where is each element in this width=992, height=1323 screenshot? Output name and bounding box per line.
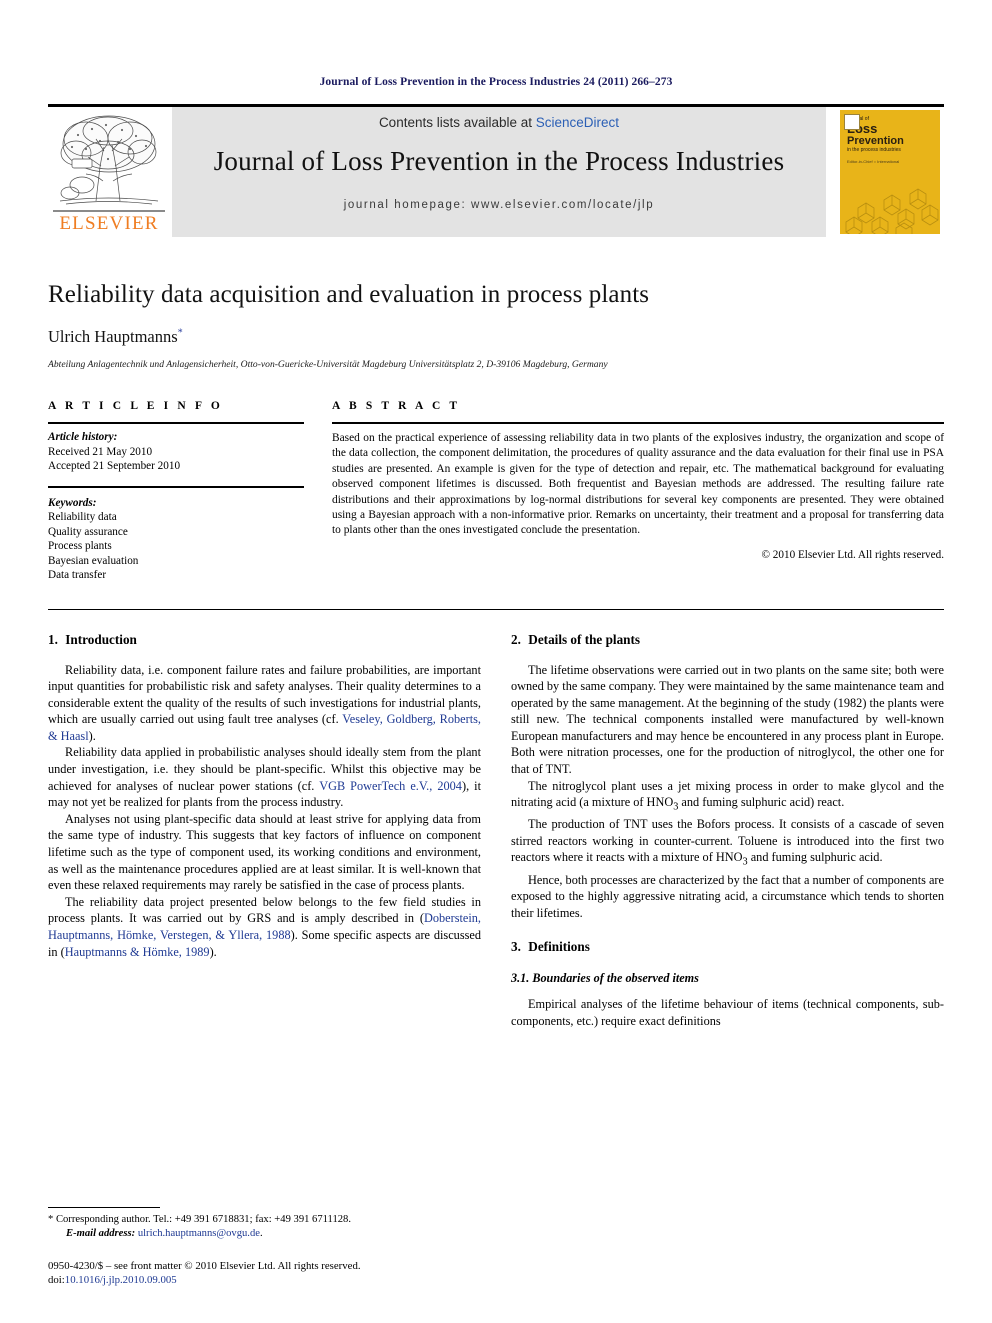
email-note: E-mail address: ulrich.hauptmanns@ovgu.d… <box>48 1227 481 1241</box>
masthead-center: Contents lists available at ScienceDirec… <box>172 107 826 237</box>
heading-definitions-title: Definitions <box>528 939 590 955</box>
cover-line-3: Prevention <box>847 135 904 147</box>
article-history-block: Article history: Received 21 May 2010 Ac… <box>48 424 304 474</box>
email-label: E-mail address: <box>66 1228 136 1239</box>
contents-available-line: Contents lists available at ScienceDirec… <box>379 115 619 130</box>
heading-introduction-title: Introduction <box>65 631 137 647</box>
plants-paragraph-2: The nitroglycol plant uses a jet mixing … <box>511 778 944 817</box>
affiliation: Abteilung Anlagentechnik und Anlagensich… <box>48 359 608 370</box>
right-column: 2. Details of the plants The lifetime ob… <box>511 632 944 1030</box>
section-divider <box>48 608 944 610</box>
cover-line-4: in the process industries <box>847 147 901 153</box>
heading-details-number: 2. <box>511 631 521 647</box>
left-column: 1. Introduction Reliability data, i.e. c… <box>48 632 481 1030</box>
intro-p1-text-b: ). <box>88 728 96 743</box>
corresponding-author-marker: * <box>177 327 183 339</box>
email-link[interactable]: ulrich.hauptmanns@ovgu.de <box>138 1228 260 1239</box>
journal-title: Journal of Loss Prevention in the Proces… <box>213 146 785 176</box>
author-name: Ulrich Hauptmanns <box>48 327 178 346</box>
journal-masthead: ELSEVIER Contents lists available at Sci… <box>48 104 944 237</box>
intro-paragraph-3: Analyses not using plant-specific data s… <box>48 811 481 893</box>
heading-details-title: Details of the plants <box>528 631 641 647</box>
issn-line: 0950-4230/$ – see front matter © 2010 El… <box>48 1260 361 1272</box>
intro-paragraph-4: The reliability data project presented b… <box>48 894 481 960</box>
issn-copyright-block: 0950-4230/$ – see front matter © 2010 El… <box>48 1259 481 1287</box>
intro-p4-text-c: ). <box>209 944 217 959</box>
cover-line-5: Editor-in-Chief ○ International <box>847 159 900 164</box>
abstract-text: Based on the practical experience of ass… <box>332 432 944 537</box>
intro-paragraph-1: Reliability data, i.e. component failure… <box>48 662 481 745</box>
heading-definitions: 3. Definitions <box>511 939 944 955</box>
footnotes-block: * Corresponding author. Tel.: +49 391 67… <box>48 1207 481 1287</box>
plants-paragraph-3: The production of TNT uses the Bofors pr… <box>511 816 944 871</box>
running-head: Journal of Loss Prevention in the Proces… <box>319 76 673 88</box>
cover-hexagon-pattern-icon <box>845 188 939 234</box>
sciencedirect-link[interactable]: ScienceDirect <box>536 115 619 130</box>
keyword-item: Data transfer <box>48 569 107 581</box>
keywords-label: Keywords: <box>48 496 97 509</box>
author-line: Ulrich Hauptmanns* <box>48 327 944 347</box>
plants-p3-text-b: and fuming sulphuric acid. <box>747 850 883 865</box>
intro-p4-text-a: The reliability data project presented b… <box>48 894 481 926</box>
email-suffix: . <box>259 1228 263 1239</box>
keyword-item: Process plants <box>48 540 112 552</box>
citation-link[interactable]: VGB PowerTech e.V., 2004 <box>319 779 462 793</box>
doi-link[interactable]: 10.1016/j.jlp.2010.09.005 <box>65 1274 177 1286</box>
cover-artwork: Journal of Loss Prevention in the proces… <box>840 110 940 234</box>
heading-boundaries: 3.1. Boundaries of the observed items <box>511 971 944 986</box>
heading-definitions-number: 3. <box>511 939 521 955</box>
heading-boundaries-title: Boundaries of the observed items <box>532 971 699 986</box>
abstract-column: A B S T R A C T Based on the practical e… <box>332 400 944 583</box>
article-info-column: A R T I C L E I N F O Article history: R… <box>48 400 304 583</box>
plants-paragraph-4: Hence, both processes are characterized … <box>511 872 944 920</box>
keywords-block: Keywords: Reliability data Quality assur… <box>48 485 304 583</box>
citation-link[interactable]: Hauptmanns & Hömke, 1989 <box>65 945 210 959</box>
article-info-heading: A R T I C L E I N F O <box>48 400 223 412</box>
heading-introduction-number: 1. <box>48 631 58 647</box>
doi-line: doi:10.1016/j.jlp.2010.09.005 <box>48 1273 481 1287</box>
footnote-rule <box>48 1207 160 1208</box>
heading-details-of-plants: 2. Details of the plants <box>511 632 944 648</box>
body-columns: 1. Introduction Reliability data, i.e. c… <box>48 632 944 1030</box>
elsevier-tree-icon <box>59 115 159 205</box>
definitions-paragraph-1: Empirical analyses of the lifetime behav… <box>511 997 944 1028</box>
journal-cover-thumbnail[interactable]: Journal of Loss Prevention in the proces… <box>836 107 944 237</box>
page-title: Reliability data acquisition and evaluat… <box>48 281 650 308</box>
title-block: Reliability data acquisition and evaluat… <box>48 281 944 370</box>
accepted-date: Accepted 21 September 2010 <box>48 460 181 472</box>
elsevier-logo: ELSEVIER <box>48 107 170 237</box>
corresponding-author-note: * Corresponding author. Tel.: +49 391 67… <box>48 1214 352 1225</box>
keyword-item: Bayesian evaluation <box>48 554 139 567</box>
heading-boundaries-number: 3.1. <box>511 971 530 986</box>
abstract-copyright: © 2010 Elsevier Ltd. All rights reserved… <box>761 548 945 561</box>
heading-introduction: 1. Introduction <box>48 632 481 648</box>
plants-paragraph-1: The lifetime observations were carried o… <box>511 662 944 777</box>
keyword-item: Quality assurance <box>48 525 128 538</box>
keyword-item: Reliability data <box>48 511 117 523</box>
journal-homepage-line[interactable]: journal homepage: www.elsevier.com/locat… <box>344 199 654 211</box>
doi-label: doi: <box>48 1274 65 1286</box>
info-and-abstract: A R T I C L E I N F O Article history: R… <box>48 400 944 583</box>
plants-p2-text-b: and fuming sulphuric acid) react. <box>678 795 845 810</box>
received-date: Received 21 May 2010 <box>48 445 153 458</box>
contents-prefix: Contents lists available at <box>378 115 536 130</box>
elsevier-wordmark: ELSEVIER <box>53 210 165 235</box>
intro-paragraph-2: Reliability data applied in probabilisti… <box>48 744 481 810</box>
article-history-label: Article history: <box>48 431 118 443</box>
cover-elsevier-mark-icon <box>844 114 860 130</box>
paper-page: Journal of Loss Prevention in the Proces… <box>0 0 992 1323</box>
abstract-heading: A B S T R A C T <box>332 400 461 412</box>
